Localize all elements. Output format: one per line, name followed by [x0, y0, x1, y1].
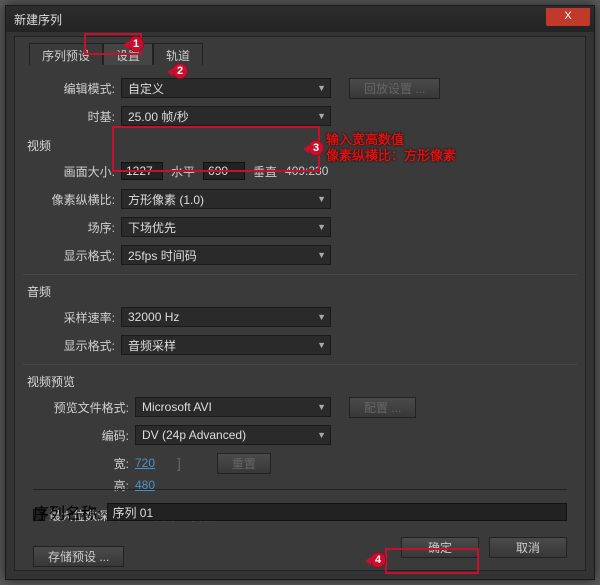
new-sequence-dialog: 新建序列 X 序列预设 设置 轨道 编辑模式: 自定义 ▼ 回放设置 ... 时… — [5, 5, 595, 580]
edit-mode-label: 编辑模式: — [33, 80, 115, 97]
sample-rate-dropdown[interactable]: 32000 Hz ▼ — [121, 307, 331, 327]
close-icon: X — [564, 10, 571, 22]
tab-tracks[interactable]: 轨道 — [153, 43, 203, 65]
par-dropdown[interactable]: 方形像素 (1.0) ▼ — [121, 189, 331, 209]
audio-display-dropdown[interactable]: 音频采样 ▼ — [121, 335, 331, 355]
vertical-label: 垂直 — [253, 163, 277, 180]
preview-file-label: 预览文件格式: — [33, 399, 129, 416]
sequence-name-row: 序列名称: — [33, 489, 567, 524]
reset-button: 重置 — [217, 453, 271, 474]
chevron-down-icon: ▼ — [317, 222, 326, 232]
audio-section-title: 音频 — [27, 283, 567, 300]
timebase-value: 25.00 帧/秒 — [128, 108, 189, 125]
timebase-label: 时基: — [33, 108, 115, 125]
chevron-down-icon: ▼ — [317, 83, 326, 93]
dialog-body: 序列预设 设置 轨道 编辑模式: 自定义 ▼ 回放设置 ... 时基: 25.0… — [14, 36, 586, 571]
chevron-down-icon: ▼ — [317, 250, 326, 260]
preview-file-value: Microsoft AVI — [142, 400, 212, 414]
save-preset-button[interactable]: 存储预设 ... — [33, 546, 124, 567]
fields-value: 下场优先 — [128, 219, 176, 236]
chevron-down-icon: ▼ — [317, 340, 326, 350]
sample-rate-value: 32000 Hz — [128, 310, 179, 324]
frame-size-label: 画面大小: — [33, 163, 115, 180]
preview-section-title: 视频预览 — [27, 373, 567, 390]
preview-file-dropdown[interactable]: Microsoft AVI ▼ — [135, 397, 331, 417]
chevron-down-icon: ▼ — [317, 194, 326, 204]
cancel-button[interactable]: 取消 — [489, 537, 567, 558]
divider — [23, 274, 577, 275]
par-label: 像素纵横比: — [33, 191, 115, 208]
fields-dropdown[interactable]: 下场优先 ▼ — [121, 217, 331, 237]
video-display-value: 25fps 时间码 — [128, 247, 197, 264]
codec-value: DV (24p Advanced) — [142, 428, 246, 442]
fields-label: 场序: — [33, 219, 115, 236]
codec-label: 编码: — [33, 427, 129, 444]
tab-presets[interactable]: 序列预设 — [29, 43, 103, 65]
audio-display-value: 音频采样 — [128, 337, 176, 354]
par-value: 方形像素 (1.0) — [128, 191, 204, 208]
video-display-label: 显示格式: — [33, 247, 115, 264]
close-button[interactable]: X — [546, 8, 590, 26]
sample-rate-label: 采样速率: — [33, 309, 115, 326]
preview-width-label: 宽: — [33, 455, 129, 472]
audio-display-label: 显示格式: — [33, 337, 115, 354]
sequence-name-input[interactable] — [107, 503, 567, 521]
ok-button[interactable]: 确定 — [401, 537, 479, 558]
chevron-down-icon: ▼ — [317, 430, 326, 440]
window-title: 新建序列 — [14, 11, 62, 28]
video-display-dropdown[interactable]: 25fps 时间码 ▼ — [121, 245, 331, 265]
chevron-down-icon: ▼ — [317, 402, 326, 412]
video-section-title: 视频 — [27, 137, 567, 154]
dialog-footer: 确定 取消 — [401, 537, 567, 558]
frame-height-input[interactable] — [203, 162, 245, 180]
aspect-ratio-readout: 409:230 — [285, 164, 328, 178]
tab-settings[interactable]: 设置 — [103, 43, 153, 65]
frame-width-input[interactable] — [121, 162, 163, 180]
divider — [23, 364, 577, 365]
tabs: 序列预设 设置 轨道 — [29, 43, 585, 65]
codec-dropdown[interactable]: DV (24p Advanced) ▼ — [135, 425, 331, 445]
timebase-dropdown[interactable]: 25.00 帧/秒 ▼ — [121, 106, 331, 126]
edit-mode-value: 自定义 — [128, 80, 164, 97]
link-bracket-icon: ] — [177, 455, 181, 471]
edit-mode-dropdown[interactable]: 自定义 ▼ — [121, 78, 331, 98]
playback-settings-button: 回放设置 ... — [349, 78, 440, 99]
configure-button: 配置 ... — [349, 397, 416, 418]
horizontal-label: 水平 — [171, 163, 195, 180]
chevron-down-icon: ▼ — [317, 312, 326, 322]
titlebar: 新建序列 X — [6, 6, 594, 32]
chevron-down-icon: ▼ — [317, 111, 326, 121]
preview-width-value[interactable]: 720 — [135, 456, 175, 470]
sequence-name-label: 序列名称: — [33, 500, 101, 524]
